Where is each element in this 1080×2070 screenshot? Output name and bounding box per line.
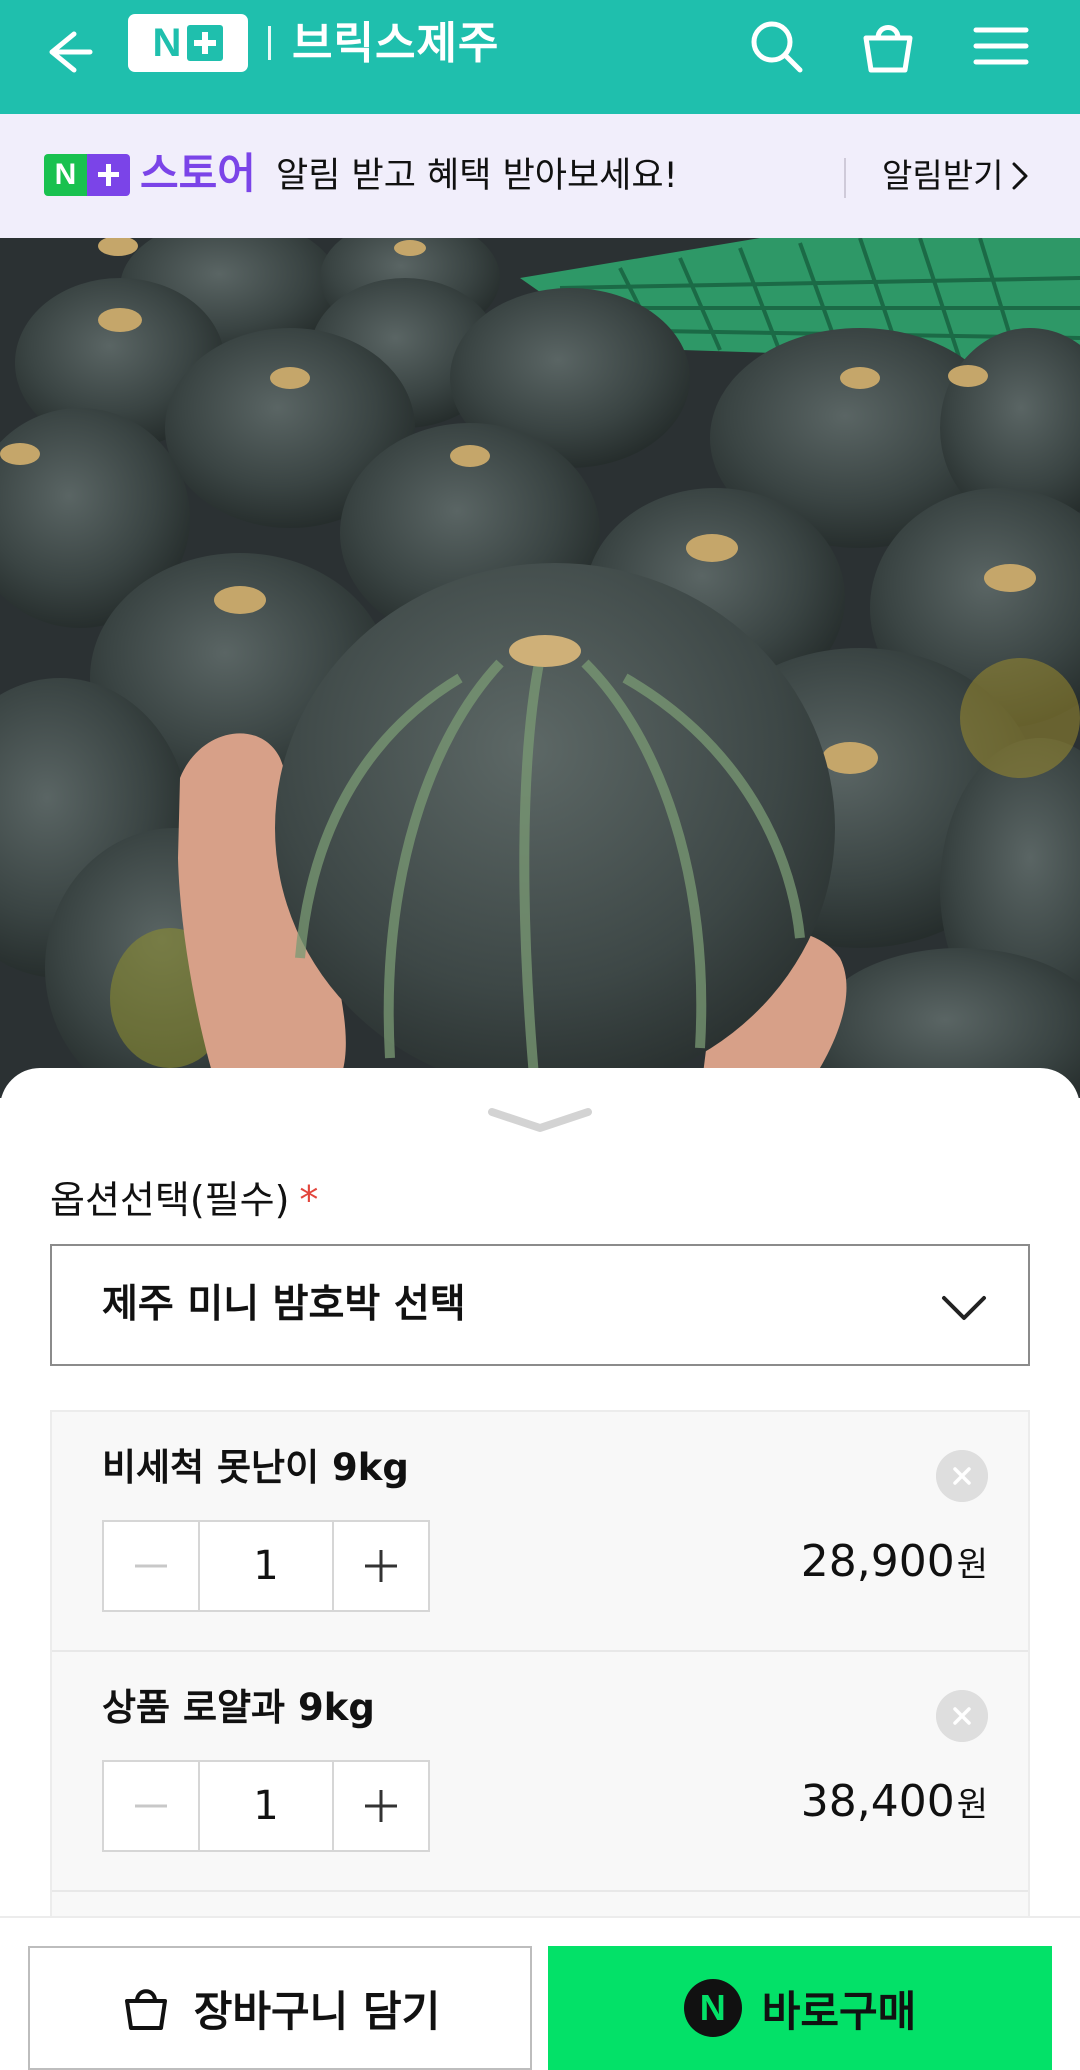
naver-plus-store-badge: N bbox=[44, 154, 130, 196]
minus-icon bbox=[135, 1564, 167, 1568]
option-label: 옵션선택(필수) * bbox=[50, 1172, 318, 1228]
item-price-value: 38,400 bbox=[800, 1776, 955, 1827]
plus-icon bbox=[365, 1790, 397, 1822]
banner-store-label: 스토어 bbox=[140, 149, 256, 198]
pumpkin-photo bbox=[0, 238, 1080, 1098]
decrease-button[interactable] bbox=[104, 1762, 198, 1850]
item-name: 비세척 못난이 9kg bbox=[102, 1446, 409, 1489]
product-image[interactable] bbox=[0, 238, 1080, 1098]
subscribe-alert-label: 알림받기 bbox=[882, 156, 1004, 195]
currency-unit: 원 bbox=[956, 1785, 988, 1825]
remove-item-icon[interactable] bbox=[936, 1690, 988, 1742]
main-pumpkin bbox=[275, 563, 835, 1093]
plus-icon bbox=[87, 154, 130, 196]
banner-message: 알림 받고 혜택 받아보세요! bbox=[276, 156, 678, 196]
option-select[interactable]: 제주 미니 밤호박 선택 bbox=[50, 1244, 1030, 1366]
back-arrow-icon[interactable] bbox=[38, 22, 98, 82]
naver-pay-icon: N bbox=[683, 1979, 742, 2037]
hamburger-menu-icon[interactable] bbox=[968, 14, 1032, 78]
option-select-value: 제주 미니 밤호박 선택 bbox=[102, 1282, 466, 1327]
item-price: 38,400원 bbox=[801, 1770, 988, 1837]
top-header: N 브릭스제주 bbox=[0, 0, 1080, 114]
option-label-text: 옵션선택(필수) bbox=[50, 1178, 290, 1222]
item-name: 상품 로얄과 9kg bbox=[102, 1686, 375, 1729]
item-price-value: 28,900 bbox=[800, 1536, 955, 1587]
buy-now-label: 바로구매 bbox=[761, 1986, 917, 2036]
currency-unit: 원 bbox=[956, 1545, 988, 1585]
chevron-right-icon bbox=[1012, 162, 1028, 190]
quantity-value[interactable]: 1 bbox=[198, 1762, 334, 1850]
logo-divider bbox=[268, 26, 271, 60]
bottom-action-bar: 장바구니 담기 N 바로구매 bbox=[0, 1916, 1080, 2070]
selected-item: 상품 로얄과 9kg 1 38,400원 bbox=[52, 1652, 1028, 1892]
collapse-handle-icon[interactable] bbox=[484, 1104, 596, 1138]
quantity-value[interactable]: 1 bbox=[198, 1522, 334, 1610]
chevron-down-icon bbox=[942, 1296, 986, 1320]
increase-button[interactable] bbox=[334, 1762, 428, 1850]
plus-icon bbox=[365, 1550, 397, 1582]
add-to-cart-label: 장바구니 담기 bbox=[193, 1986, 441, 2036]
store-name[interactable]: 브릭스제주 bbox=[292, 14, 499, 74]
remove-item-icon[interactable] bbox=[936, 1450, 988, 1502]
naver-plus-logo[interactable]: N bbox=[128, 14, 248, 72]
plus-icon bbox=[187, 25, 224, 61]
banner-divider bbox=[844, 158, 846, 198]
decrease-button[interactable] bbox=[104, 1522, 198, 1610]
add-to-cart-button[interactable]: 장바구니 담기 bbox=[28, 1946, 532, 2070]
badge-letter: N bbox=[44, 154, 87, 196]
minus-icon bbox=[135, 1804, 167, 1808]
logo-letter: N bbox=[152, 21, 182, 65]
buy-now-button[interactable]: N 바로구매 bbox=[548, 1946, 1052, 2070]
item-price: 28,900원 bbox=[801, 1530, 988, 1597]
required-mark: * bbox=[299, 1178, 319, 1222]
quantity-stepper: 1 bbox=[102, 1520, 430, 1612]
shopping-bag-icon bbox=[124, 1989, 167, 2030]
notification-banner[interactable]: N 스토어 알림 받고 혜택 받아보세요! 알림받기 bbox=[0, 114, 1080, 238]
subscribe-alert-link[interactable]: 알림받기 bbox=[882, 148, 1029, 204]
increase-button[interactable] bbox=[334, 1522, 428, 1610]
selected-item: 비세척 못난이 9kg 1 28,900원 bbox=[52, 1412, 1028, 1652]
shopping-bag-icon[interactable] bbox=[856, 14, 920, 78]
quantity-stepper: 1 bbox=[102, 1760, 430, 1852]
search-icon[interactable] bbox=[744, 14, 808, 78]
